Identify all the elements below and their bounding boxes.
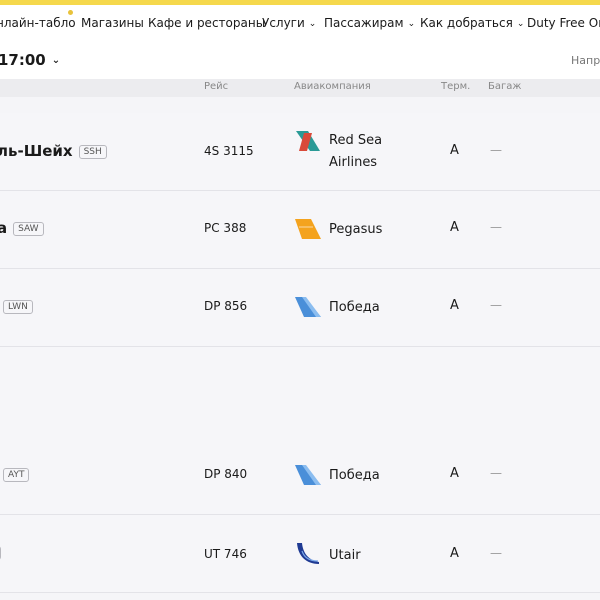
header-airline: Авиакомпания bbox=[294, 81, 371, 92]
table-row[interactable]: ль-Шейх SSH 4S 3115 Red Sea Airlines A — bbox=[0, 113, 600, 191]
flight-number: UT 746 bbox=[204, 547, 247, 561]
table-row[interactable]: о UT 746 Utair A — bbox=[0, 515, 600, 593]
red-sea-airlines-logo bbox=[296, 131, 320, 151]
chevron-down-icon: ⌄ bbox=[407, 19, 416, 29]
baggage: — bbox=[490, 546, 502, 560]
airport-code-badge: о bbox=[0, 546, 1, 560]
airline-name: Red Sea Airlines bbox=[329, 133, 383, 170]
airport-code-badge: SAW bbox=[13, 222, 44, 236]
pobeda-logo bbox=[295, 297, 321, 317]
nav-item-how-to-get[interactable]: Как добраться ⌄ bbox=[420, 16, 524, 30]
time-selector[interactable]: 17:00 ⌄ bbox=[0, 51, 60, 69]
header-terminal: Терм. bbox=[441, 81, 471, 92]
terminal: A bbox=[450, 466, 459, 481]
baggage: — bbox=[490, 143, 502, 157]
table-row[interactable]: AYT DP 840 Победа A — bbox=[0, 347, 600, 515]
flight-number: PC 388 bbox=[204, 221, 247, 235]
chevron-down-icon: ⌄ bbox=[51, 55, 61, 66]
baggage: — bbox=[490, 220, 502, 234]
terminal: A bbox=[450, 298, 459, 313]
nav-item-duty-free[interactable]: Duty Free Onl bbox=[527, 16, 600, 30]
header-flight: Рейс bbox=[204, 81, 229, 92]
nav-item-online-board[interactable]: нлайн-табло bbox=[0, 16, 76, 30]
airport-code-badge: LWN bbox=[3, 300, 33, 314]
utair-logo bbox=[297, 543, 319, 564]
table-row[interactable]: а SAW PC 388 Pegasus A — bbox=[0, 191, 600, 269]
destination: а SAW bbox=[0, 219, 44, 237]
pobeda-logo bbox=[295, 465, 321, 485]
destination: о bbox=[0, 543, 1, 561]
terminal: A bbox=[450, 546, 459, 561]
terminal: A bbox=[450, 143, 459, 158]
terminal: A bbox=[450, 220, 459, 235]
airport-code-badge: SSH bbox=[78, 145, 107, 159]
airline-name: Победа bbox=[329, 468, 380, 483]
airline-name: Utair bbox=[329, 548, 361, 563]
flight-number: 4S 3115 bbox=[204, 144, 254, 158]
table-header: Рейс Авиакомпания Терм. Багаж bbox=[0, 79, 600, 97]
filter-row: 17:00 ⌄ Напр bbox=[0, 41, 600, 79]
flight-number: DP 856 bbox=[204, 299, 248, 313]
destination: ль-Шейх SSH bbox=[0, 142, 107, 160]
table-row[interactable]: LWN DP 856 Победа A — bbox=[0, 269, 600, 347]
chevron-down-icon: ⌄ bbox=[516, 19, 525, 29]
active-nav-indicator bbox=[68, 10, 73, 15]
nav-item-shops[interactable]: Магазины bbox=[81, 16, 144, 30]
direction-filter[interactable]: Напр bbox=[571, 54, 600, 67]
nav-item-services[interactable]: Услуги ⌄ bbox=[262, 16, 316, 30]
airport-code-badge: AYT bbox=[3, 468, 30, 482]
chevron-down-icon: ⌄ bbox=[308, 19, 317, 29]
destination: AYT bbox=[0, 465, 30, 483]
flights-table: ль-Шейх SSH 4S 3115 Red Sea Airlines A — а… bbox=[0, 97, 600, 600]
nav-item-passengers[interactable]: Пассажирам ⌄ bbox=[324, 16, 415, 30]
baggage: — bbox=[490, 298, 502, 312]
flight-number: DP 840 bbox=[204, 467, 248, 481]
pegasus-logo bbox=[295, 219, 321, 239]
airline-name: Победа bbox=[329, 300, 380, 315]
destination: LWN bbox=[0, 297, 33, 315]
baggage: — bbox=[490, 466, 502, 480]
header-baggage: Багаж bbox=[488, 81, 522, 92]
airline-name: Pegasus bbox=[329, 222, 383, 237]
nav-item-cafes[interactable]: Кафе и рестораны bbox=[148, 16, 265, 30]
main-nav: нлайн-табло Магазины Кафе и рестораны Ус… bbox=[0, 5, 600, 42]
